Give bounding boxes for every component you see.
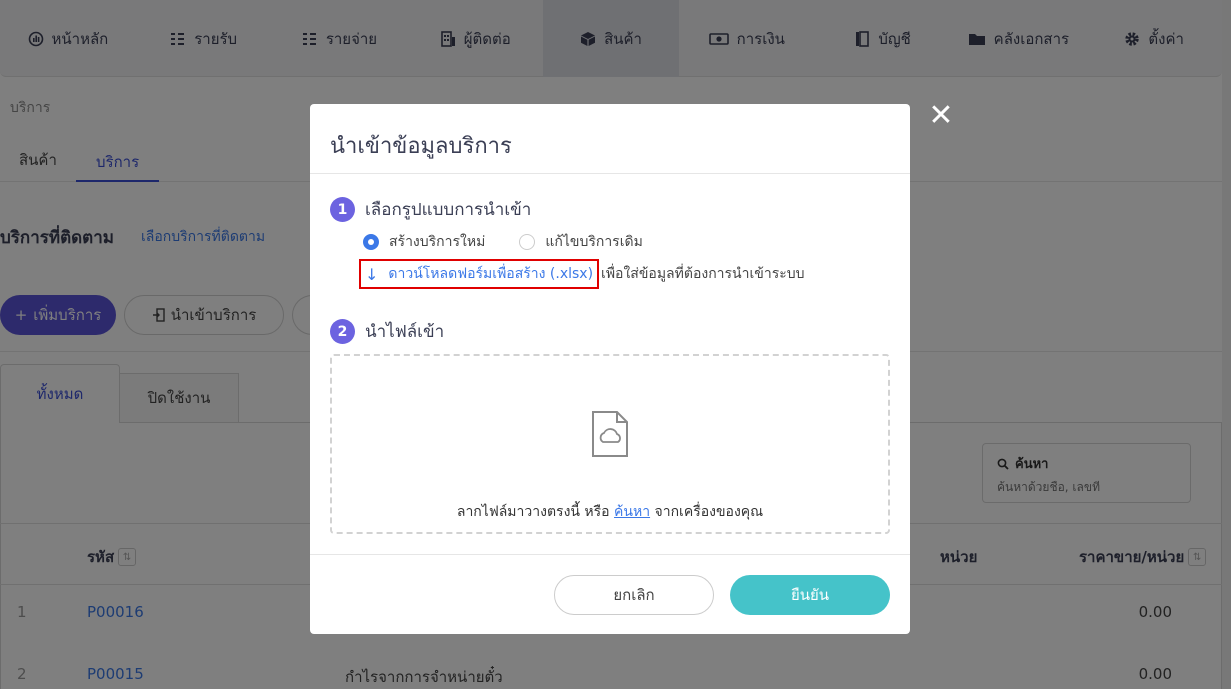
arrow-down-icon: ↓: [365, 264, 379, 284]
step-title: นำไฟล์เข้า: [365, 322, 445, 342]
step-number-badge: 1: [330, 197, 355, 222]
modal-footer: ยกเลิก ยืนยัน: [310, 554, 910, 634]
dropzone-text: ลากไฟล์มาวางตรงนี้ หรือ ค้นหา จากเครื่อง…: [332, 501, 888, 523]
radio-label[interactable]: สร้างบริการใหม่: [389, 231, 485, 253]
download-description: เพื่อใส่ข้อมูลที่ต้องการนำเข้าระบบ: [601, 266, 805, 282]
browse-files-link[interactable]: ค้นหา: [614, 504, 650, 520]
dropzone-text-before: ลากไฟล์มาวางตรงนี้ หรือ: [456, 504, 615, 520]
radio-create-new[interactable]: [363, 234, 379, 250]
step-2: 2 นำไฟล์เข้า: [330, 318, 444, 345]
radio-edit-existing[interactable]: [519, 234, 536, 250]
import-services-modal: นำเข้าข้อมูลบริการ 1 เลือกรูปแบบการนำเข้…: [310, 104, 910, 634]
import-mode-options: สร้างบริการใหม่ แก้ไขบริการเดิม: [363, 231, 677, 253]
step-1: 1 เลือกรูปแบบการนำเข้า: [330, 196, 531, 223]
cancel-button[interactable]: ยกเลิก: [554, 575, 714, 615]
download-template-row: ↓ ดาวน์โหลดฟอร์มเพื่อสร้าง (.xlsx) เพื่อ…: [359, 259, 805, 289]
confirm-button[interactable]: ยืนยัน: [730, 575, 890, 615]
step-title: เลือกรูปแบบการนำเข้า: [365, 200, 532, 220]
download-link-label: ดาวน์โหลดฟอร์มเพื่อสร้าง (.xlsx): [388, 266, 594, 282]
file-dropzone[interactable]: ลากไฟล์มาวางตรงนี้ หรือ ค้นหา จากเครื่อง…: [330, 354, 890, 534]
step-number-badge: 2: [330, 319, 355, 344]
cloud-file-icon: [592, 411, 628, 457]
modal-title: นำเข้าข้อมูลบริการ: [330, 134, 512, 159]
download-template-link[interactable]: ↓ ดาวน์โหลดฟอร์มเพื่อสร้าง (.xlsx): [359, 259, 600, 289]
modal-header: นำเข้าข้อมูลบริการ: [310, 104, 910, 174]
close-icon[interactable]: ✕: [928, 101, 954, 131]
dropzone-text-after: จากเครื่องของคุณ: [650, 504, 764, 520]
radio-label[interactable]: แก้ไขบริการเดิม: [545, 231, 642, 253]
